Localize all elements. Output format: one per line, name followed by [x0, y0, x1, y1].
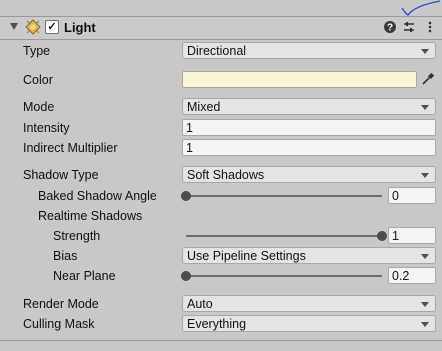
section-divider: [0, 340, 442, 341]
strength-label: Strength: [53, 229, 101, 243]
row-indirect-multiplier: Indirect Multiplier 1: [0, 139, 442, 157]
shadow-type-value: Soft Shadows: [187, 168, 265, 182]
row-bias: Bias Use Pipeline Settings: [0, 247, 442, 265]
strength-value: 1: [392, 229, 399, 243]
strength-slider-track[interactable]: [186, 235, 382, 237]
baked-shadow-angle-slider-track[interactable]: [186, 195, 382, 197]
type-dropdown[interactable]: Directional: [182, 42, 436, 59]
component-title: Light: [64, 20, 96, 35]
baked-shadow-angle-slider-handle[interactable]: [181, 191, 191, 201]
baked-shadow-angle-field[interactable]: 0: [388, 187, 436, 204]
component-header[interactable]: ✓ Light ?: [0, 16, 442, 40]
presets-icon[interactable]: [402, 20, 416, 34]
row-render-mode: Render Mode Auto: [0, 295, 442, 313]
culling-mask-label: Culling Mask: [23, 317, 95, 331]
shadow-type-label: Shadow Type: [23, 168, 99, 182]
mode-label: Mode: [23, 100, 55, 114]
mode-dropdown[interactable]: Mixed: [182, 98, 436, 115]
row-near-plane: Near Plane 0.2: [0, 267, 442, 285]
near-plane-label: Near Plane: [53, 269, 116, 283]
bias-label: Bias: [53, 249, 78, 263]
strength-slider-handle[interactable]: [377, 231, 387, 241]
eyedropper-icon[interactable]: [421, 72, 435, 86]
color-label: Color: [23, 73, 53, 87]
row-shadow-type: Shadow Type Soft Shadows: [0, 166, 442, 184]
render-mode-value: Auto: [187, 297, 213, 311]
intensity-label: Intensity: [23, 121, 70, 135]
color-swatch[interactable]: [182, 71, 417, 88]
chevron-down-icon: [421, 105, 429, 110]
baked-shadow-angle-value: 0: [392, 189, 399, 203]
svg-text:?: ?: [387, 23, 393, 34]
row-baked-shadow-angle: Baked Shadow Angle 0: [0, 187, 442, 205]
inspector-panel: ✓ Light ? Type Directional Color Mode Mi…: [0, 0, 442, 351]
row-type: Type Directional: [0, 42, 442, 60]
row-color: Color: [0, 71, 442, 89]
strength-field[interactable]: 1: [388, 227, 436, 244]
component-enabled-checkbox[interactable]: ✓: [45, 20, 59, 34]
row-realtime-shadows: Realtime Shadows: [0, 207, 442, 225]
checkmark-annotation-icon: [401, 0, 441, 16]
chevron-down-icon: [421, 322, 429, 327]
near-plane-value: 0.2: [392, 269, 410, 283]
render-mode-dropdown[interactable]: Auto: [182, 295, 436, 312]
realtime-shadows-heading: Realtime Shadows: [38, 209, 143, 223]
indirect-multiplier-field[interactable]: 1: [182, 139, 436, 156]
chevron-down-icon: [421, 173, 429, 178]
type-value: Directional: [187, 44, 247, 58]
mode-value: Mixed: [187, 100, 221, 114]
bias-value: Use Pipeline Settings: [187, 249, 306, 263]
row-culling-mask: Culling Mask Everything: [0, 315, 442, 333]
culling-mask-value: Everything: [187, 317, 247, 331]
indirect-multiplier-value: 1: [186, 141, 193, 155]
render-mode-label: Render Mode: [23, 297, 99, 311]
row-mode: Mode Mixed: [0, 98, 442, 116]
intensity-field[interactable]: 1: [182, 119, 436, 136]
type-label: Type: [23, 44, 51, 58]
shadow-type-dropdown[interactable]: Soft Shadows: [182, 166, 436, 183]
row-strength: Strength 1: [0, 227, 442, 245]
chevron-down-icon: [421, 302, 429, 307]
row-intensity: Intensity 1: [0, 119, 442, 137]
chevron-down-icon: [421, 254, 429, 259]
kebab-menu-icon[interactable]: [423, 20, 437, 34]
foldout-arrow-icon[interactable]: [10, 23, 18, 30]
bias-dropdown[interactable]: Use Pipeline Settings: [182, 247, 436, 264]
near-plane-slider-track[interactable]: [186, 275, 382, 277]
chevron-down-icon: [421, 49, 429, 54]
indirect-multiplier-label: Indirect Multiplier: [23, 141, 118, 155]
light-component-icon: [25, 19, 41, 35]
help-icon[interactable]: ?: [383, 20, 397, 34]
near-plane-slider-handle[interactable]: [181, 271, 191, 281]
baked-shadow-angle-label: Baked Shadow Angle: [38, 189, 157, 203]
culling-mask-dropdown[interactable]: Everything: [182, 315, 436, 332]
near-plane-field[interactable]: 0.2: [388, 267, 436, 284]
intensity-value: 1: [186, 121, 193, 135]
